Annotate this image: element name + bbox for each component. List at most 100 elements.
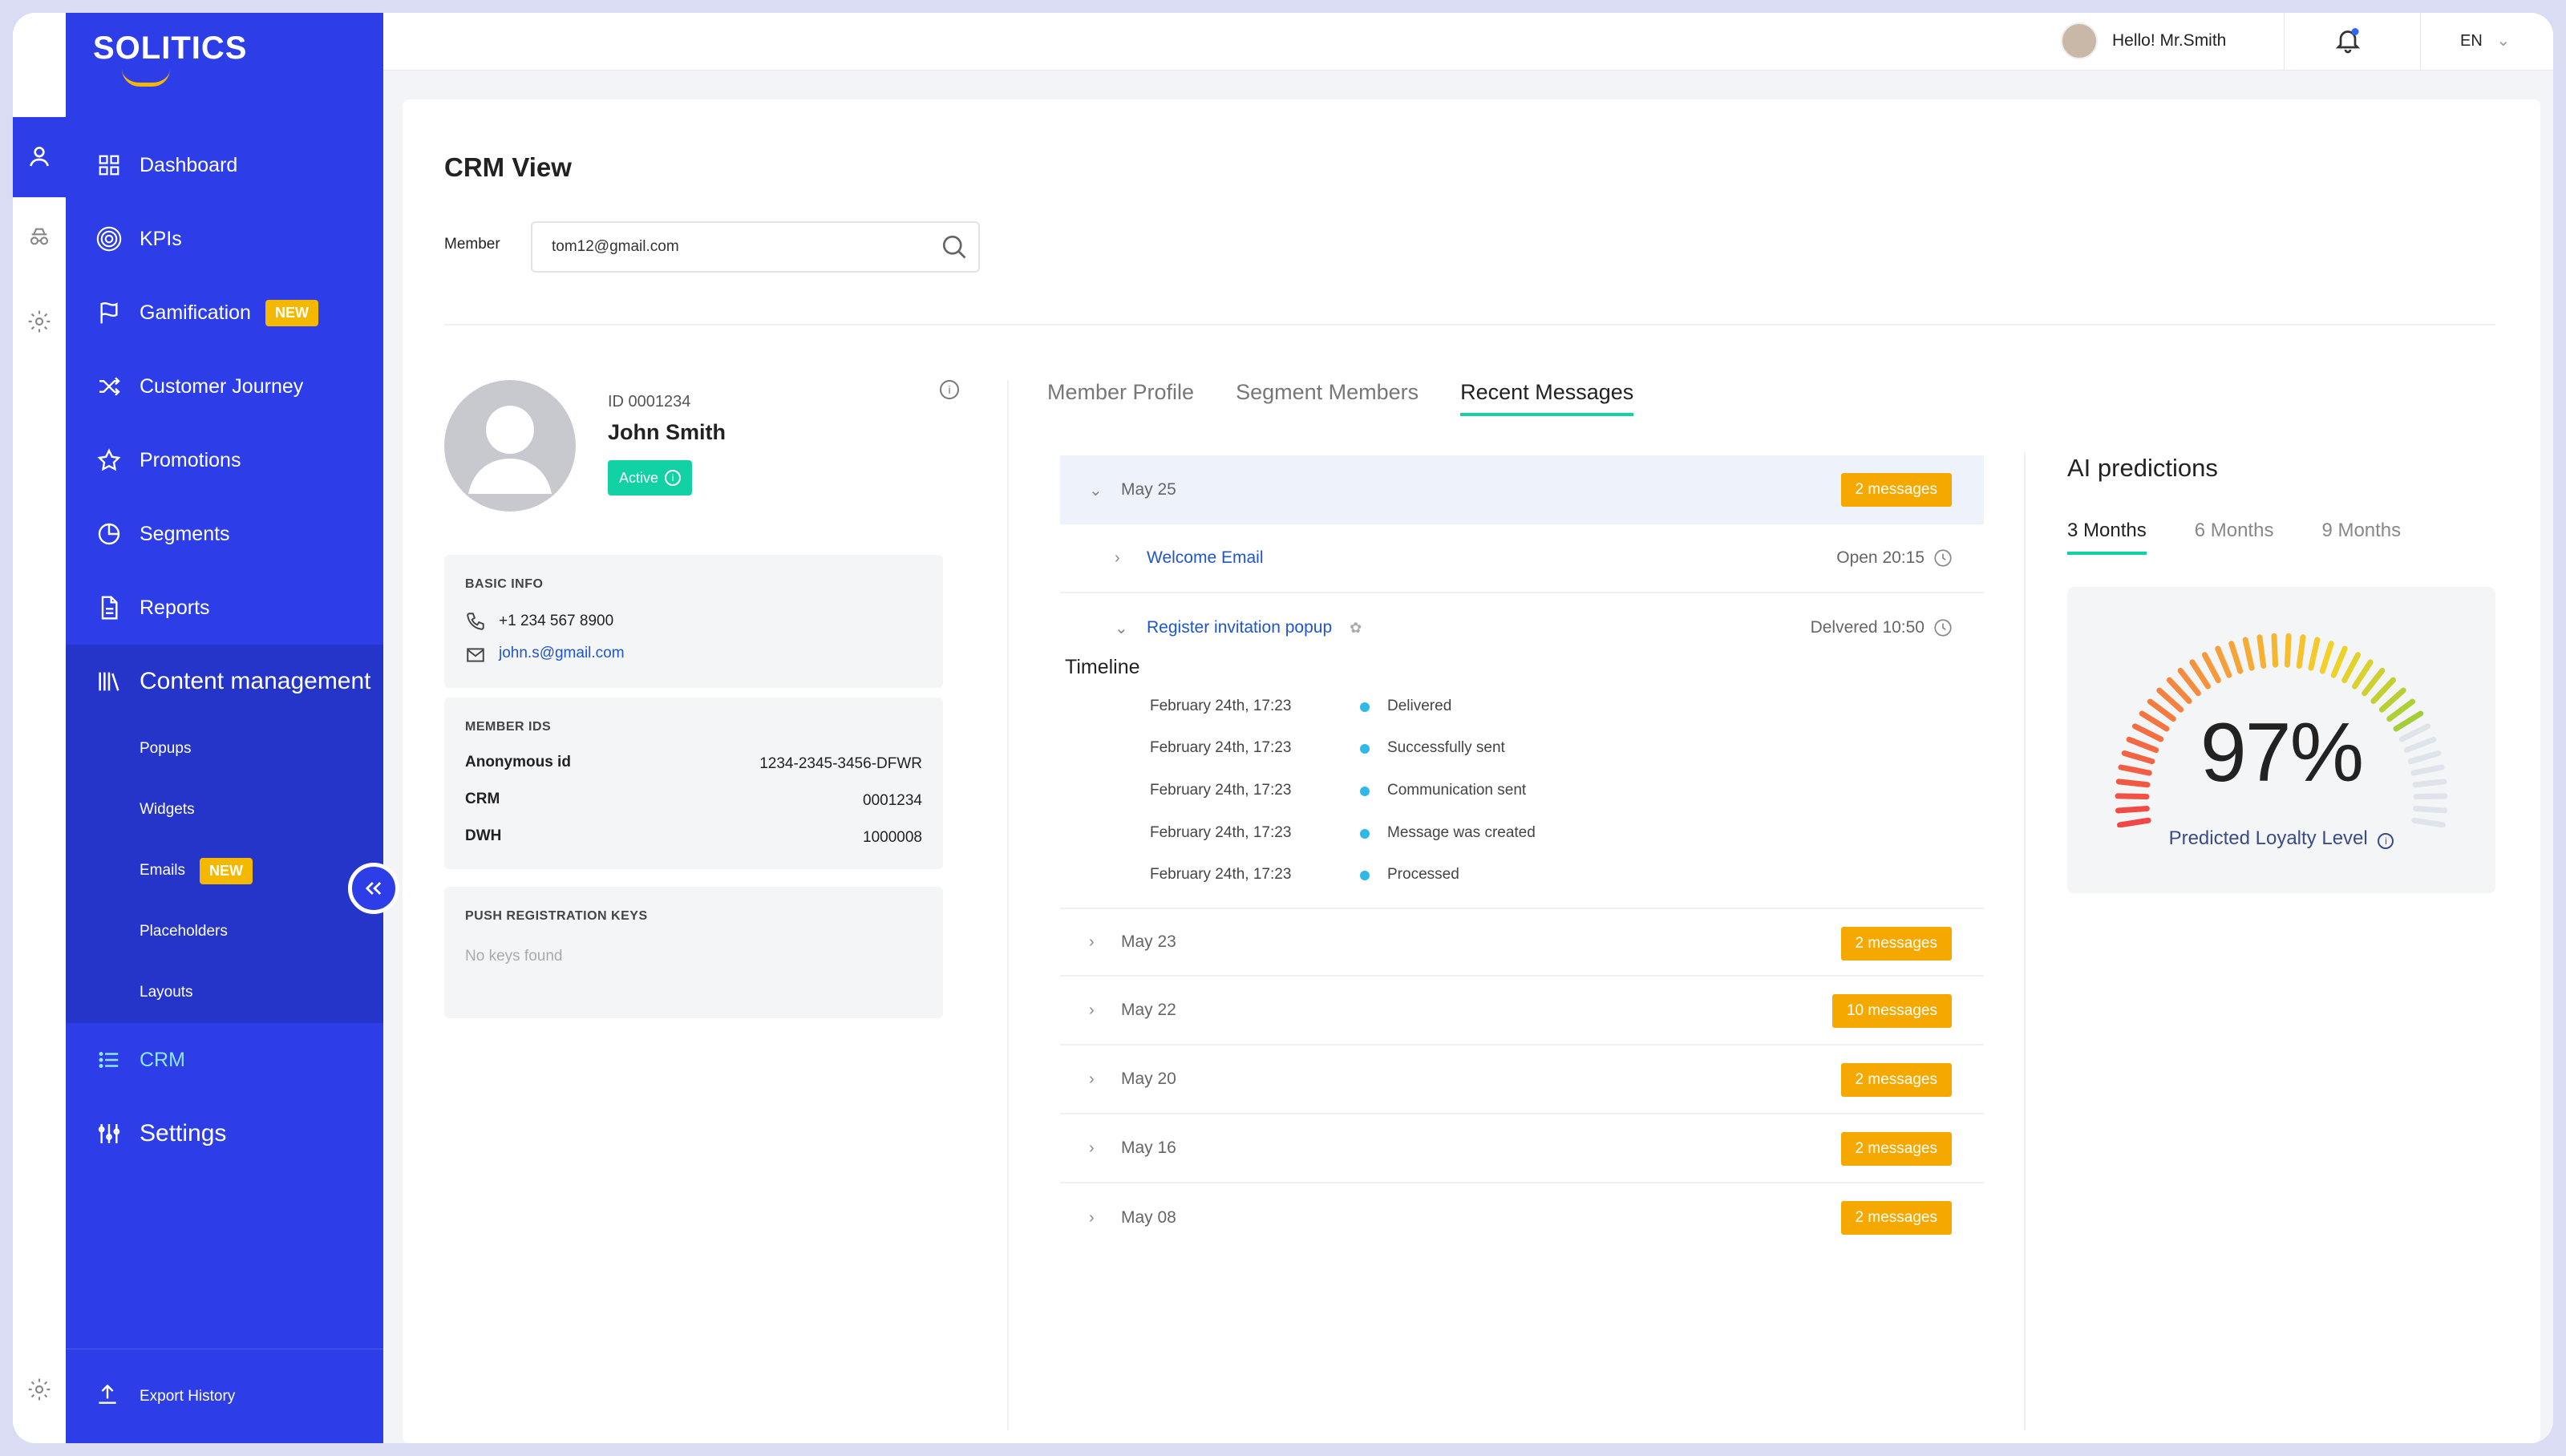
- tab-member-profile[interactable]: Member Profile: [1047, 380, 1194, 416]
- mail-icon: [465, 645, 486, 669]
- day-row[interactable]: ⌄ May 25 2 messages: [1060, 455, 1984, 524]
- sidebar-nav: Dashboard KPIs Gamification NEW Customer…: [66, 128, 383, 1171]
- gauge-tick: [2341, 652, 2362, 684]
- gauge-tick: [2177, 667, 2201, 697]
- sidebar-item-label: Content management: [140, 668, 371, 694]
- timeline-time: February 24th, 17:23: [1150, 782, 1292, 799]
- email-link[interactable]: john.s@gmail.com: [499, 645, 625, 662]
- sidebar-item-promotions[interactable]: Promotions: [66, 423, 383, 497]
- export-history-button[interactable]: Export History: [66, 1349, 383, 1443]
- sidebar-item-segments[interactable]: Segments: [66, 497, 383, 571]
- gear-icon-bottom[interactable]: [24, 1374, 55, 1405]
- sidebar-item-gamification[interactable]: Gamification NEW: [66, 276, 383, 350]
- flag-icon: [95, 298, 123, 327]
- day-row[interactable]: › May 16 2 messages: [1060, 1114, 1984, 1183]
- clock-icon: [1934, 619, 1952, 637]
- sidebar-subitem-widgets[interactable]: Widgets: [66, 779, 383, 840]
- search-icon[interactable]: [940, 233, 969, 265]
- tab-9-months[interactable]: 9 Months: [2321, 520, 2401, 555]
- day-date: May 20: [1121, 1070, 1176, 1088]
- sidebar-subitem-layouts[interactable]: Layouts: [66, 962, 383, 1023]
- messages-count-badge: 2 messages: [1840, 927, 1952, 961]
- sidebar-subitem-label: Emails: [140, 862, 186, 879]
- collapse-sidebar-button[interactable]: [348, 863, 399, 914]
- tab-segment-members[interactable]: Segment Members: [1236, 380, 1419, 416]
- phone-icon: [465, 611, 486, 636]
- collapsed-days: › May 23 2 messages › May 22 10 messages…: [1060, 908, 1984, 1252]
- day-row[interactable]: › May 22 10 messages: [1060, 977, 1984, 1045]
- day-row[interactable]: › May 23 2 messages: [1060, 908, 1984, 977]
- brand-logo[interactable]: SOLITICS: [93, 30, 247, 67]
- day-row[interactable]: › May 20 2 messages: [1060, 1045, 1984, 1114]
- id-key: CRM: [465, 791, 500, 807]
- message-row[interactable]: ⌄ Register invitation popup ✿ Delvered 1…: [1060, 593, 1984, 662]
- user-menu[interactable]: Hello! Mr.Smith: [2061, 22, 2226, 59]
- language-select[interactable]: EN ⌄: [2460, 30, 2510, 51]
- gear-icon[interactable]: [24, 306, 55, 337]
- phone-value: +1 234 567 8900: [499, 613, 614, 629]
- timeline-time: February 24th, 17:23: [1150, 824, 1292, 841]
- message-row[interactable]: › Welcome Email Open 20:15: [1060, 524, 1984, 593]
- sidebar-subitem-placeholders[interactable]: Placeholders: [66, 901, 383, 962]
- upload-icon: [95, 1381, 123, 1412]
- sidebar-item-kpis[interactable]: KPIs: [66, 202, 383, 276]
- incognito-icon[interactable]: [24, 221, 55, 252]
- sidebar-subitem-emails[interactable]: Emails NEW: [66, 840, 383, 901]
- gauge-tick: [2215, 645, 2232, 678]
- bell-icon[interactable]: [2333, 26, 2362, 59]
- sidebar: SOLITICS Dashboard KPIs Gamification NEW…: [66, 13, 383, 1443]
- day-row[interactable]: › May 08 2 messages: [1060, 1183, 1984, 1252]
- gauge-value: 97%: [2200, 706, 2364, 799]
- message-name[interactable]: Welcome Email: [1147, 548, 1263, 568]
- message-status: Open 20:15: [1836, 548, 1953, 568]
- library-icon: [95, 667, 123, 696]
- divider: [444, 324, 2495, 326]
- gauge-tick: [2117, 817, 2151, 827]
- info-icon[interactable]: i: [940, 380, 959, 399]
- divider: [2420, 13, 2421, 71]
- chevron-right-icon: ›: [1089, 1208, 1095, 1227]
- timeline-event: Successfully sent: [1387, 739, 1505, 756]
- sidebar-item-dashboard[interactable]: Dashboard: [66, 128, 383, 202]
- clock-icon: [1934, 549, 1952, 567]
- sidebar-item-label: Reports: [140, 596, 210, 619]
- id-value: 1000008: [863, 829, 922, 846]
- messages-count-badge: 2 messages: [1840, 1063, 1952, 1097]
- gauge-tick: [2242, 637, 2255, 671]
- gauge-tick: [2411, 817, 2446, 827]
- sidebar-subitem-popups[interactable]: Popups: [66, 718, 383, 779]
- sidebar-item-content-management[interactable]: Content management: [66, 645, 383, 718]
- member-name: John Smith: [608, 420, 726, 444]
- day-date: May 08: [1121, 1208, 1176, 1227]
- timeline-time: February 24th, 17:23: [1150, 698, 1292, 714]
- divider: [2024, 452, 2026, 1430]
- panel-title: MEMBER IDS: [465, 720, 552, 734]
- ai-predictions-title: AI predictions: [2067, 454, 2218, 482]
- basic-info-panel: BASIC INFO +1 234 567 8900 john.s@gmail.…: [444, 555, 943, 688]
- member-search-input[interactable]: [531, 221, 980, 273]
- main-card: CRM View Member ID 0001234 John Smith Ac…: [403, 99, 2540, 1443]
- sidebar-item-reports[interactable]: Reports: [66, 571, 383, 645]
- tab-6-months[interactable]: 6 Months: [2195, 520, 2274, 555]
- icon-rail: [13, 13, 66, 1443]
- info-icon: i: [665, 470, 682, 486]
- chevron-right-icon: ›: [1089, 1001, 1095, 1019]
- tab-recent-messages[interactable]: Recent Messages: [1460, 380, 1634, 416]
- sidebar-item-label: Gamification: [140, 301, 251, 324]
- sidebar-item-settings[interactable]: Settings: [66, 1097, 383, 1171]
- tab-3-months[interactable]: 3 Months: [2067, 520, 2147, 555]
- page-title: CRM View: [444, 152, 572, 182]
- ai-tabs: 3 Months 6 Months 9 Months: [2067, 520, 2401, 555]
- sidebar-item-customer-journey[interactable]: Customer Journey: [66, 350, 383, 423]
- id-key: DWH: [465, 827, 502, 844]
- day-date: May 16: [1121, 1139, 1176, 1157]
- chevron-down-icon: ⌄: [2496, 32, 2511, 50]
- gauge-tick: [2296, 634, 2306, 669]
- new-badge: NEW: [200, 857, 253, 884]
- message-name[interactable]: Register invitation popup: [1147, 618, 1332, 637]
- gauge-tick: [2189, 659, 2212, 690]
- user-icon[interactable]: [24, 141, 55, 172]
- panel-title: PUSH REGISTRATION KEYS: [465, 909, 648, 923]
- timeline-time: February 24th, 17:23: [1150, 739, 1292, 756]
- sidebar-item-crm[interactable]: CRM: [66, 1023, 383, 1097]
